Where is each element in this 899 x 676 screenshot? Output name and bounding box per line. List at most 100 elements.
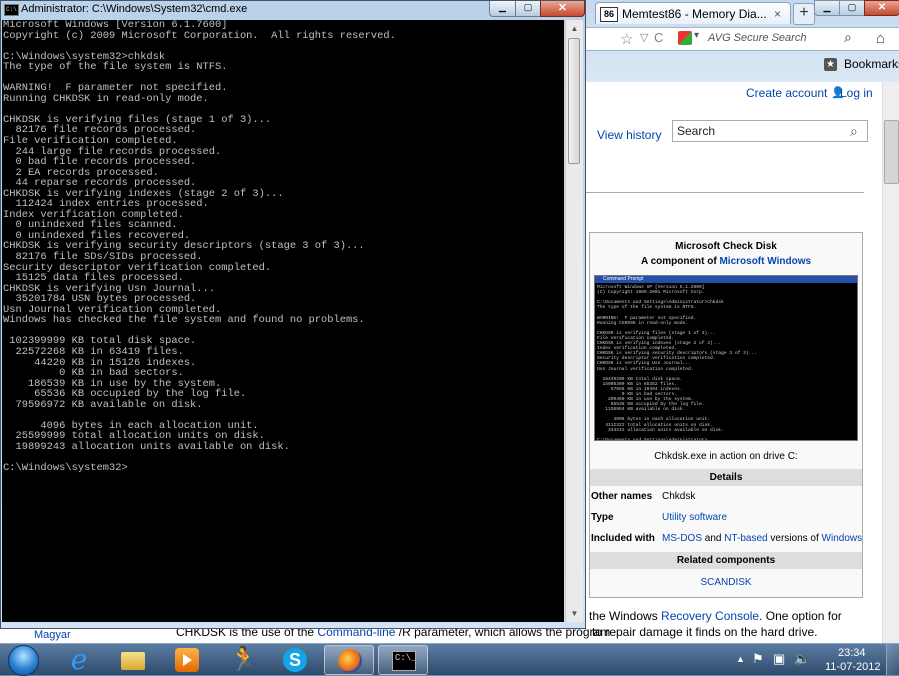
microsoft-windows-link[interactable]: Microsoft Windows	[719, 256, 811, 267]
article-paragraph-2-continued: to repair damage it finds on the hard dr…	[592, 625, 818, 639]
versions-text: versions of	[767, 533, 822, 544]
firefox-icon	[338, 649, 362, 673]
infobox-subtitle: A component of Microsoft Windows	[590, 256, 862, 267]
new-tab-button[interactable]: +	[793, 3, 815, 25]
avg-search-placeholder[interactable]: AVG Secure Search	[708, 32, 806, 44]
scandisk-link[interactable]: SCANDISK	[590, 577, 862, 588]
row-value: MS-DOS and NT-based versions of Windows	[662, 533, 862, 544]
taskbar: e 🏃 S C:\_ ▲ ⚑ ▣ 🔈 23:34 11-07-2012	[0, 643, 899, 676]
start-button[interactable]	[4, 644, 44, 676]
row-value: Chkdsk	[662, 491, 696, 502]
folder-icon	[121, 652, 145, 670]
memtest-favicon-icon: 86	[600, 7, 618, 22]
media-player-icon	[175, 648, 199, 672]
skype-icon: S	[283, 648, 307, 672]
command-prompt-icon: C:\_	[392, 651, 417, 671]
taskbar-media-player[interactable]	[162, 645, 212, 675]
windows-logo-icon	[8, 645, 39, 676]
cmd-window: C:\ Administrator: C:\Windows\System32\c…	[0, 0, 586, 629]
nt-based-link[interactable]: NT-based	[724, 533, 767, 544]
tab-title: Memtest86 - Memory Dia...	[622, 7, 767, 21]
utility-software-link[interactable]: Utility software	[662, 512, 727, 523]
chkdsk-screenshot-image[interactable]: Command Prompt Microsoft Windows XP [Ver…	[594, 275, 858, 441]
wiki-page: Create account 👤 Log in View history ⌕ M…	[586, 82, 899, 643]
bookmarks-button[interactable]: Bookmarks	[844, 57, 899, 71]
avg-logo-icon	[678, 31, 692, 45]
cmd-minimize-button[interactable]: ▁	[489, 1, 516, 17]
taskbar-windows-explorer[interactable]	[108, 645, 158, 675]
and-text: and	[702, 533, 725, 544]
cmd-scrollbar[interactable]: ▲ ▼	[565, 20, 583, 622]
infobox-related-header: Related components	[590, 552, 862, 569]
windows-link[interactable]: Windows	[822, 533, 863, 544]
language-link-magyar[interactable]: Magyar	[34, 629, 71, 641]
internet-explorer-icon: e	[70, 643, 88, 676]
cmd-close-button[interactable]: ✕	[540, 1, 585, 17]
avg-search-box[interactable]: ▾ AVG Secure Search	[674, 30, 864, 48]
runner-icon: 🏃	[229, 646, 259, 673]
infobox-row-other-names: Other names Chkdsk	[590, 489, 862, 507]
browser-toolbar-area: 86 Memtest86 - Memory Dia... × + ▁ ▢ ✕ ☆…	[586, 0, 899, 82]
screenshot-titlebar: Command Prompt	[595, 276, 857, 283]
infobox: Microsoft Check Disk A component of Micr…	[589, 232, 863, 598]
browser-close-button[interactable]: ✕	[864, 0, 899, 16]
refresh-icon[interactable]: C	[654, 30, 663, 45]
para-text: the Windows	[589, 609, 662, 623]
row-label: Type	[591, 512, 614, 523]
subtitle-prefix: A component of	[640, 256, 720, 267]
search-icon[interactable]: ⌕	[850, 123, 858, 140]
cmd-window-title: Administrator: C:\Windows\System32\cmd.e…	[21, 3, 248, 15]
cmd-icon[interactable]: C:\	[4, 4, 19, 16]
infobox-caption: Chkdsk.exe in action on drive C:	[654, 451, 798, 462]
search-icon[interactable]: ⌕	[844, 29, 852, 46]
browser-minimize-button[interactable]: ▁	[814, 0, 840, 16]
scroll-up-arrow-icon[interactable]: ▲	[566, 20, 583, 37]
browser-scrollbar-thumb[interactable]	[884, 120, 899, 184]
console-output[interactable]: Microsoft Windows [Version 6.1.7600] Cop…	[2, 20, 564, 622]
console-text: Microsoft Windows [Version 6.1.7600] Cop…	[3, 20, 396, 474]
create-account-link[interactable]: Create account	[746, 86, 827, 100]
tab-view-history[interactable]: View history	[597, 128, 661, 142]
action-center-flag-icon[interactable]: ⚑	[752, 651, 764, 667]
recovery-console-link[interactable]: Recovery Console	[661, 609, 759, 623]
home-icon[interactable]: ⌂	[876, 30, 885, 47]
infobox-title: Microsoft Check Disk	[675, 241, 777, 252]
screenshot-console-text: Microsoft Windows XP [Version 5.1.2600] …	[597, 285, 757, 441]
network-icon[interactable]: ▣	[773, 651, 785, 667]
infobox-details-header: Details	[590, 469, 862, 486]
url-dropdown-icon[interactable]: ▽	[640, 31, 648, 44]
volume-icon[interactable]: 🔈	[794, 651, 810, 667]
cmd-titlebar[interactable]: C:\ Administrator: C:\Windows\System32\c…	[1, 1, 585, 19]
para-text: . One option for	[759, 609, 842, 623]
bookmark-star-icon[interactable]: ☆	[620, 30, 633, 48]
browser-maximize-button[interactable]: ▢	[839, 0, 865, 16]
bookmarks-icon[interactable]: ★	[824, 58, 837, 71]
taskbar-firefox[interactable]	[324, 645, 374, 675]
tab-close-icon[interactable]: ×	[774, 3, 781, 25]
cmd-maximize-button[interactable]: ▢	[515, 1, 541, 17]
clock-date[interactable]: 11-07-2012	[825, 661, 880, 673]
show-hidden-icons-icon[interactable]: ▲	[736, 654, 745, 664]
wiki-search-input[interactable]	[672, 120, 868, 142]
taskbar-cmd[interactable]: C:\_	[378, 645, 428, 675]
ms-dos-link[interactable]: MS-DOS	[662, 533, 702, 544]
browser-window: 86 Memtest86 - Memory Dia... × + ▁ ▢ ✕ ☆…	[586, 0, 899, 643]
taskbar-skype[interactable]: S	[270, 645, 320, 675]
row-label: Included with	[591, 533, 655, 544]
taskbar-internet-explorer[interactable]: e	[54, 645, 104, 675]
avg-dropdown-icon[interactable]: ▾	[694, 30, 699, 41]
infobox-row-included-with: Included with MS-DOS and NT-based versio…	[590, 531, 862, 549]
infobox-row-type: Type Utility software	[590, 510, 862, 528]
scroll-down-arrow-icon[interactable]: ▼	[566, 605, 583, 622]
taskbar-runner-app[interactable]: 🏃	[216, 645, 266, 675]
clock-time[interactable]: 23:34	[838, 647, 866, 659]
url-bar[interactable]: ☆ ▽ C ▾ AVG Secure Search ⌕ ⌂	[586, 27, 899, 51]
article-paragraph: the Windows Recovery Console. One option…	[589, 609, 842, 623]
row-label: Other names	[591, 491, 653, 502]
log-in-link[interactable]: Log in	[840, 86, 873, 100]
show-desktop-button[interactable]	[886, 644, 899, 675]
divider	[586, 192, 864, 193]
bookmarks-bar: ★ Bookmarks	[586, 54, 899, 76]
browser-tab-memtest86[interactable]: 86 Memtest86 - Memory Dia... ×	[595, 2, 791, 24]
cmd-scrollbar-thumb[interactable]	[568, 38, 580, 164]
